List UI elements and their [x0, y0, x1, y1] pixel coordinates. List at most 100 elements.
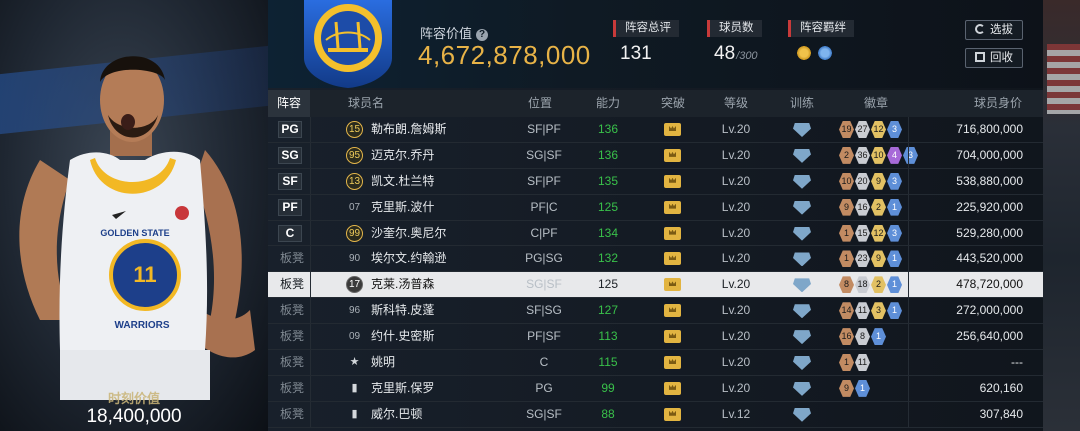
badge-list[interactable]: 8 18 2 1	[839, 276, 903, 294]
badge-list[interactable]: 10 20 9 3	[839, 172, 903, 190]
badge-list[interactable]: 1 11	[839, 354, 871, 372]
training-shield-icon[interactable]	[793, 200, 811, 215]
col-salary[interactable]: 球员身价	[974, 90, 1022, 117]
player-level: Lv.20	[721, 199, 751, 214]
player-position: C|PF	[530, 225, 558, 240]
badge-gold-icon: 12	[871, 224, 886, 242]
bond-gold-icon[interactable]	[796, 45, 812, 61]
training-shield-icon[interactable]	[793, 381, 811, 396]
player-salary: 272,000,000	[956, 303, 1023, 318]
training-shield-icon[interactable]	[793, 123, 811, 137]
crown-icon[interactable]	[664, 148, 681, 162]
col-name[interactable]: 球员名	[348, 90, 384, 117]
training-shield-icon[interactable]	[793, 356, 811, 371]
badge-list[interactable]: 16 8 1	[839, 328, 887, 346]
col-training[interactable]: 训练	[790, 90, 814, 117]
player-position: PG|SG	[525, 251, 563, 266]
player-name: 凯文.杜兰特	[371, 173, 435, 188]
player-ability: 125	[597, 199, 619, 214]
bond-label: 阵容羁绊	[788, 20, 854, 37]
player-card[interactable]: 11 GOLDEN STATE WARRIORS 时刻价值 18,400,000	[0, 0, 268, 431]
crown-icon[interactable]	[664, 200, 681, 214]
table-row[interactable]: SF 13 凯文.杜兰特 SF|PF 135 Lv.20 10 20 9 3 538,880,000	[268, 168, 1043, 195]
player-rank-icon: 15	[346, 121, 363, 138]
crown-icon[interactable]	[664, 174, 681, 188]
crown-icon[interactable]	[664, 330, 681, 344]
training-shield-icon[interactable]	[793, 304, 811, 319]
table-row[interactable]: 板凳 ▮ 克里斯.保罗 PG 99 Lv.20 9 1 620,160	[268, 375, 1043, 402]
training-shield-icon[interactable]	[793, 407, 811, 422]
training-shield-icon[interactable]	[793, 174, 811, 189]
bond-blue-icon[interactable]	[817, 45, 833, 61]
player-level: Lv.20	[721, 173, 751, 188]
player-ability: 136	[597, 147, 619, 162]
crown-icon[interactable]	[664, 304, 681, 318]
col-roster[interactable]: 阵容	[268, 90, 310, 117]
table-row[interactable]: 板凳 90 埃尔文.约翰逊 PG|SG 132 Lv.20 1 23 9 1 443,520,000	[268, 246, 1043, 273]
crown-icon[interactable]	[664, 226, 681, 240]
slot-label: 板凳	[280, 329, 305, 344]
slot-label: 板凳	[280, 277, 305, 292]
badge-gold-icon: 9	[871, 172, 886, 190]
table-row[interactable]: C 99 沙奎尔.奥尼尔 C|PF 134 Lv.20 1 15 12 3 529,280,000	[268, 220, 1043, 247]
training-shield-icon[interactable]	[793, 148, 811, 163]
crown-icon[interactable]	[664, 356, 681, 370]
player-salary: 225,920,000	[956, 199, 1023, 214]
training-shield-icon[interactable]	[793, 330, 811, 345]
crown-icon[interactable]	[664, 123, 681, 136]
player-rank-icon: 09	[348, 331, 361, 343]
badge-list[interactable]: 1 15 12 3	[839, 224, 903, 242]
table-row[interactable]: 板凳 17 克莱.汤普森 SG|SF 125 Lv.20 8 18 2 1 478,720,000	[268, 272, 1043, 299]
table-row[interactable]: PF 07 克里斯.波什 PF|C 125 Lv.20 9 16 2 1 225,920,000	[268, 194, 1043, 221]
col-breakthrough[interactable]: 突破	[661, 90, 685, 117]
player-salary: 307,840	[979, 406, 1023, 421]
player-portrait: 11 GOLDEN STATE WARRIORS	[19, 56, 255, 400]
table-row[interactable]: PG 15 勒布朗.詹姆斯 SF|PF 136 Lv.20 19 27 12 3 716,800,0…	[268, 117, 1043, 143]
table-row[interactable]: SG 95 迈克尔.乔丹 SG|SF 136 Lv.20 2 36 10 4 3 704,000,00…	[268, 142, 1043, 169]
training-shield-icon[interactable]	[793, 252, 811, 267]
player-position: C	[539, 355, 549, 370]
recycle-button[interactable]: 回收	[965, 48, 1023, 68]
col-level[interactable]: 等级	[724, 90, 748, 117]
col-badges[interactable]: 徽章	[864, 90, 888, 117]
badge-purple-icon: 4	[887, 146, 902, 164]
slot-label: 板凳	[280, 251, 305, 266]
refresh-icon	[975, 24, 985, 34]
crown-icon[interactable]	[664, 381, 681, 395]
badge-list[interactable]: 1 23 9 1	[839, 250, 903, 268]
svg-text:WARRIORS: WARRIORS	[115, 320, 170, 331]
player-position: SF|PF	[527, 122, 561, 136]
slot-label: 板凳	[280, 303, 305, 318]
col-position[interactable]: 位置	[528, 90, 552, 117]
table-row[interactable]: 板凳 09 约什.史密斯 PF|SF 113 Lv.20 16 8 1 256,640,000	[268, 324, 1043, 351]
crown-icon[interactable]	[664, 252, 681, 266]
col-ability[interactable]: 能力	[596, 90, 620, 117]
table-row[interactable]: 板凳 96 斯科特.皮蓬 SF|SG 127 Lv.20 14 11 3 1 272,000,000	[268, 298, 1043, 325]
player-rank-icon: ▮	[351, 381, 358, 394]
table-row[interactable]: 板凳 ▮ 威尔.巴顿 SG|SF 88 Lv.12 307,840	[268, 401, 1043, 428]
slot-label: 板凳	[280, 380, 305, 395]
flag-decoration	[1047, 44, 1080, 114]
badge-silver-icon: 8	[855, 328, 870, 346]
badge-list[interactable]: 91	[839, 379, 871, 397]
training-shield-icon[interactable]	[793, 278, 811, 293]
player-salary: 538,880,000	[956, 173, 1023, 188]
player-position: PF|SF	[527, 329, 561, 344]
crown-icon[interactable]	[664, 278, 681, 292]
lineup-value: 4,672,878,000	[418, 40, 591, 70]
select-button[interactable]: 选拔	[965, 20, 1023, 40]
badge-gold-icon: 2	[871, 198, 886, 216]
table-row[interactable]: 板凳 ★ 姚明 C 115 Lv.20 1 11 ---	[268, 350, 1043, 376]
badge-bronze-icon: 1	[839, 250, 854, 268]
badge-list[interactable]: 2 36 10 4 3	[839, 146, 919, 164]
crown-icon[interactable]	[664, 407, 681, 421]
player-position: SF|PF	[527, 173, 561, 188]
slot-label: PF	[278, 198, 302, 216]
training-shield-icon[interactable]	[793, 226, 811, 241]
player-position: SG|SF	[526, 147, 562, 162]
badge-silver-icon: 11	[855, 302, 870, 320]
badge-list[interactable]: 9 16 2 1	[839, 198, 903, 216]
badge-list[interactable]: 19 27 12 3	[839, 121, 903, 138]
badge-list[interactable]: 14 11 3 1	[839, 302, 903, 320]
roster-table: 阵容 球员名 位置 能力 突破 等级 训练 徽章 球员身价 PG 15 勒布朗.詹姆…	[268, 90, 1043, 428]
